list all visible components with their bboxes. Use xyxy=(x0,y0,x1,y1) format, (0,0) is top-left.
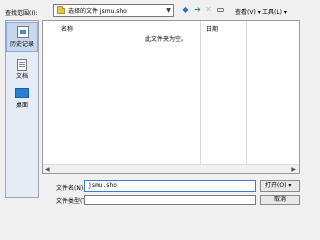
up-folder-button[interactable]: ➔ xyxy=(192,4,203,16)
look-in-dropdown[interactable]: 选择的文件 jsmu.sho ▼ xyxy=(53,4,174,17)
scroll-left-icon[interactable]: ◀ xyxy=(45,166,50,173)
documents-icon xyxy=(17,59,27,71)
tools-menu-button[interactable]: 工具(L) ▾ xyxy=(262,7,287,16)
horizontal-scrollbar[interactable]: ◀ ▶ xyxy=(43,164,299,173)
scroll-right-icon[interactable]: ▶ xyxy=(291,166,296,173)
file-type-dropdown[interactable] xyxy=(84,195,256,205)
column-divider[interactable] xyxy=(246,21,247,173)
cancel-button[interactable]: 取消 xyxy=(260,195,300,205)
chevron-down-icon[interactable]: ▼ xyxy=(164,7,173,14)
places-item-desktop[interactable]: 桌面 xyxy=(6,84,38,112)
places-bar: 历史记录 文档 桌面 xyxy=(5,20,39,198)
look-in-label: 查找范围(I): xyxy=(5,10,38,17)
history-icon xyxy=(17,26,29,38)
places-item-label: 文档 xyxy=(15,73,28,80)
column-header-date[interactable]: 日期 xyxy=(206,24,218,33)
back-button[interactable]: ◆ xyxy=(180,4,191,16)
places-item-documents[interactable]: 文档 xyxy=(6,55,38,83)
look-in-value: 选择的文件 jsmu.sho xyxy=(68,8,127,15)
desktop-icon xyxy=(15,88,29,98)
chevron-down-icon[interactable]: ▾ xyxy=(288,182,291,189)
views-menu-button[interactable]: 查看(V) ▾ xyxy=(235,7,261,16)
file-name-input[interactable]: jsmu.sho xyxy=(84,180,256,192)
folder-icon xyxy=(57,5,65,14)
file-list[interactable]: 名称 日期 此文件夹为空。 ◀ ▶ xyxy=(42,20,300,174)
delete-button[interactable]: ✕ xyxy=(203,4,214,16)
column-header-name[interactable]: 名称 xyxy=(61,24,73,33)
places-item-label: 历史记录 xyxy=(9,41,34,48)
places-item-history[interactable]: 历史记录 xyxy=(6,22,38,52)
file-name-label: 文件名(N): xyxy=(56,185,86,192)
open-button[interactable]: 打开(O) ▾ xyxy=(260,180,300,192)
new-folder-button[interactable]: ▭ xyxy=(215,4,226,16)
empty-folder-message: 此文件夹为空。 xyxy=(144,36,187,43)
places-item-label: 桌面 xyxy=(15,102,28,109)
open-button-label: 打开(O) xyxy=(265,182,287,189)
column-divider[interactable] xyxy=(200,21,201,173)
